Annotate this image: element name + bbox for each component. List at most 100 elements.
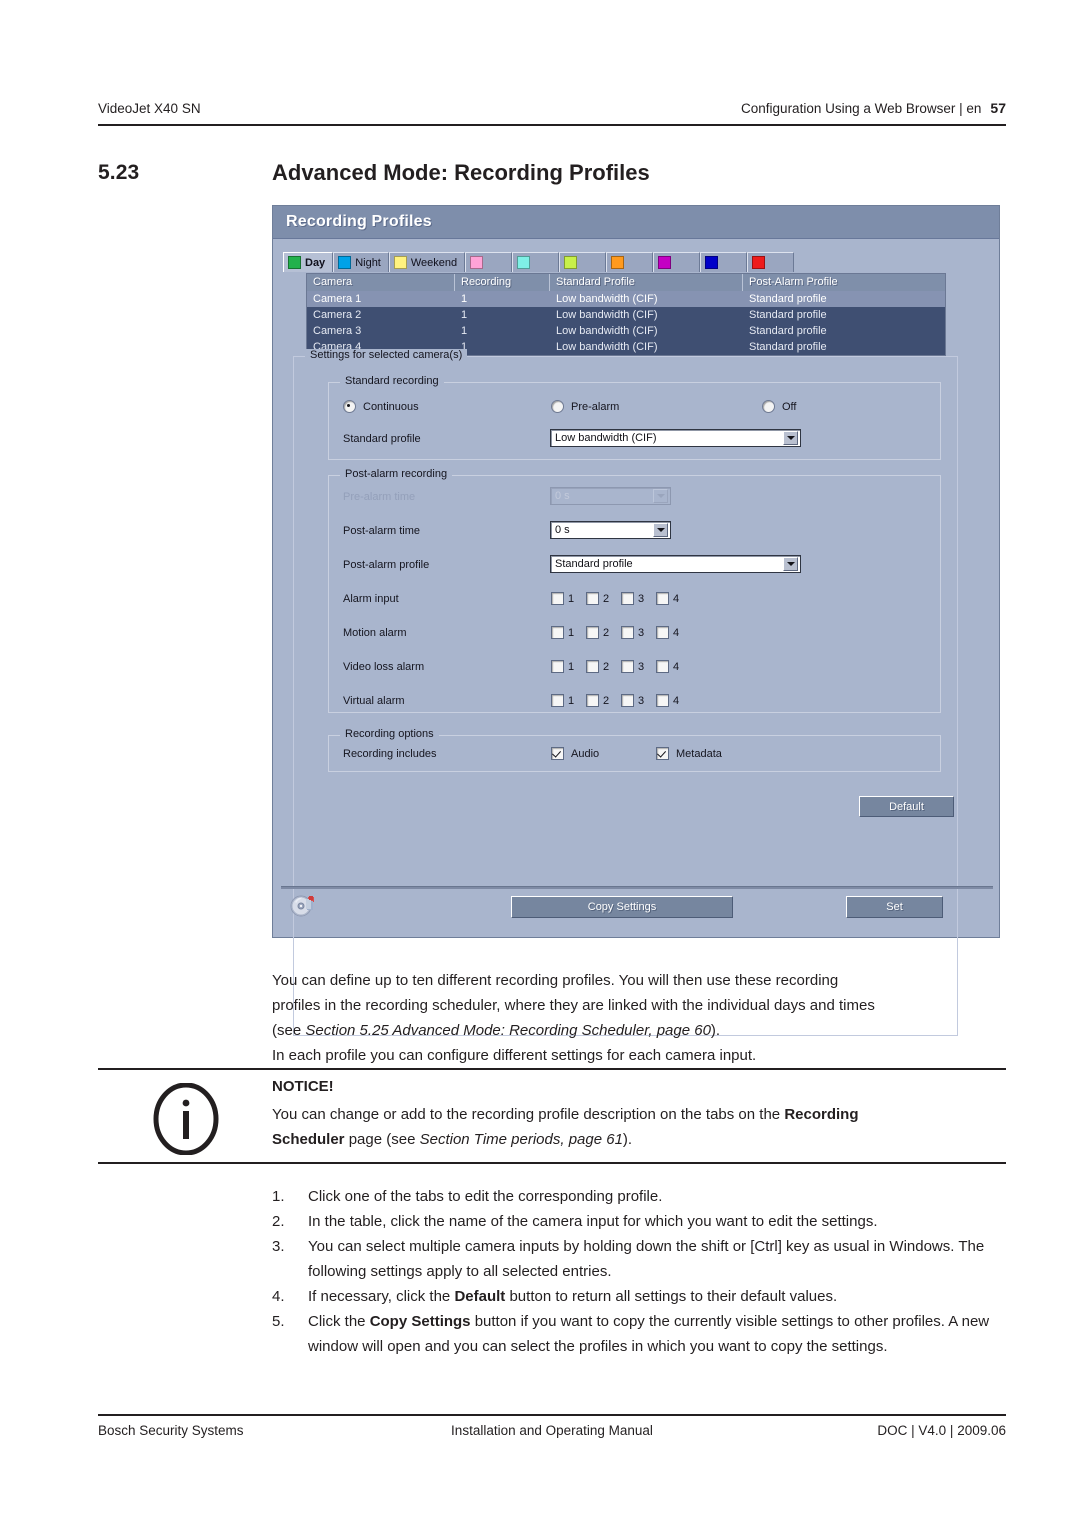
settings-fieldset-legend: Settings for selected camera(s) <box>305 349 468 361</box>
alarm-checkbox[interactable]: 2 <box>586 592 609 605</box>
list-item: 2. In the table, click the name of the ca… <box>272 1209 1007 1234</box>
list-item: 3. You can select multiple camera inputs … <box>272 1234 1007 1284</box>
checkbox-icon[interactable] <box>586 626 599 639</box>
radio-continuous[interactable]: Continuous <box>343 400 419 413</box>
table-cell: Camera 2 <box>313 309 362 321</box>
profile-tab-4[interactable] <box>465 252 513 272</box>
radio-prealarm[interactable]: Pre-alarm <box>551 400 619 413</box>
radio-continuous-icon[interactable] <box>343 400 356 413</box>
profile-tab-10[interactable] <box>747 252 795 272</box>
alarm-checkbox[interactable]: 4 <box>656 694 679 707</box>
chevron-down-icon[interactable] <box>783 557 798 571</box>
footer-divider-rule <box>98 1414 1006 1416</box>
checkbox-icon[interactable] <box>656 626 669 639</box>
copy-settings-button[interactable]: Copy Settings <box>511 896 733 918</box>
table-cell: 1 <box>461 309 468 321</box>
checkbox-audio-icon[interactable] <box>551 747 564 760</box>
intro-line-3: (see Section 5.25 Advanced Mode: Recordi… <box>272 1018 1007 1043</box>
checkbox-icon[interactable] <box>551 626 564 639</box>
table-column-header: Camera <box>307 274 455 291</box>
checkbox-metadata-icon[interactable] <box>656 747 669 760</box>
profile-tab-weekend[interactable]: Weekend <box>388 252 466 272</box>
notice-text-2: page (see <box>344 1131 420 1148</box>
alarm-checkbox[interactable]: 2 <box>586 660 609 673</box>
intro-line-3-prefix: (see <box>272 1022 306 1039</box>
profile-tab-color-swatch <box>288 256 301 269</box>
settings-fieldset: Settings for selected camera(s) Standard… <box>293 349 958 1036</box>
checkbox-audio[interactable]: Audio <box>551 747 599 760</box>
table-row[interactable]: Camera 2 1 Low bandwidth (CIF) Standard pro… <box>307 307 945 323</box>
checkbox-icon[interactable] <box>586 660 599 673</box>
profile-tab-9[interactable] <box>700 252 748 272</box>
alarm-checkbox[interactable]: 2 <box>586 626 609 639</box>
table-row[interactable]: Camera 1 1 Low bandwidth (CIF) Standard pro… <box>307 291 945 307</box>
radio-off[interactable]: Off <box>762 400 796 413</box>
checkbox-icon[interactable] <box>621 694 634 707</box>
profile-tab-day[interactable]: Day <box>283 252 334 272</box>
checkbox-icon[interactable] <box>621 626 634 639</box>
recording-options-fieldset: Recording options Recording includes Aud… <box>328 728 941 772</box>
profile-tab-night[interactable]: Night <box>333 252 389 272</box>
chevron-down-icon[interactable] <box>783 431 798 445</box>
checkbox-icon[interactable] <box>586 592 599 605</box>
table-cell: Standard profile <box>749 309 827 321</box>
profile-tabstrip[interactable]: Day Night Weekend <box>283 252 795 272</box>
checkbox-metadata[interactable]: Metadata <box>656 747 722 760</box>
table-body[interactable]: Camera 1 1 Low bandwidth (CIF) Standard pro… <box>307 291 945 355</box>
prealarm-time-label-wrap: Pre-alarm time <box>343 491 415 503</box>
standard-profile-select[interactable]: Low bandwidth (CIF) <box>550 429 801 447</box>
intro-line-1: You can define up to ten different recor… <box>272 972 839 989</box>
alarm-checkbox[interactable]: 1 <box>551 626 574 639</box>
checkbox-icon[interactable] <box>551 694 564 707</box>
table-cell: Standard profile <box>749 341 827 353</box>
alarm-checkbox[interactable]: 1 <box>551 694 574 707</box>
alarm-checkbox[interactable]: 4 <box>656 660 679 673</box>
recording-includes-label: Recording includes <box>343 748 437 760</box>
table-column-header: Standard Profile <box>550 274 743 291</box>
disc-export-icon[interactable] <box>289 892 317 918</box>
set-button-label: Set <box>886 901 903 913</box>
alarm-checkbox[interactable]: 1 <box>551 660 574 673</box>
default-button[interactable]: Default <box>859 796 954 817</box>
profile-tab-7[interactable] <box>606 252 654 272</box>
profile-tab-color-swatch <box>470 256 484 269</box>
radio-prealarm-icon[interactable] <box>551 400 564 413</box>
checkbox-icon[interactable] <box>551 592 564 605</box>
profile-tab-6[interactable] <box>559 252 607 272</box>
notice-text-1: You can change or add to the recording p… <box>272 1106 785 1123</box>
radio-off-icon[interactable] <box>762 400 775 413</box>
profile-tab-8[interactable] <box>653 252 701 272</box>
alarm-checkbox[interactable]: 2 <box>586 694 609 707</box>
alarm-checkbox[interactable]: 3 <box>621 592 644 605</box>
checkbox-icon[interactable] <box>656 592 669 605</box>
checkbox-icon[interactable] <box>656 660 669 673</box>
prealarm-time-label: Pre-alarm time <box>343 491 416 503</box>
alarm-checkbox[interactable]: 3 <box>621 660 644 673</box>
postalarm-profile-select[interactable]: Standard profile <box>550 555 801 573</box>
checkbox-icon[interactable] <box>551 660 564 673</box>
profile-tab-5[interactable] <box>512 252 560 272</box>
table-cell: Low bandwidth (CIF) <box>556 341 658 353</box>
alarm-checkbox-label: 1 <box>568 660 575 673</box>
checkbox-icon[interactable] <box>656 694 669 707</box>
alarm-checkbox-label: 4 <box>673 626 680 639</box>
alarm-checkbox[interactable]: 4 <box>656 592 679 605</box>
set-button[interactable]: Set <box>846 896 943 918</box>
alarm-checkbox[interactable]: 4 <box>656 626 679 639</box>
post-alarm-recording-fieldset: Post-alarm recording Pre-alarm time 0 s … <box>328 468 941 713</box>
table-row[interactable]: Camera 3 1 Low bandwidth (CIF) Standard pro… <box>307 323 945 339</box>
alarm-row-label-wrap: Video loss alarm <box>343 661 424 673</box>
camera-table[interactable]: Camera Recording Standard Profile Post-Alar… <box>306 273 946 356</box>
postalarm-time-select[interactable]: 0 s <box>550 521 671 539</box>
chevron-down-icon[interactable] <box>653 523 668 537</box>
checkbox-icon[interactable] <box>621 592 634 605</box>
checkbox-icon[interactable] <box>621 660 634 673</box>
postalarm-time-label: Post-alarm time <box>343 525 421 537</box>
checkbox-icon[interactable] <box>586 694 599 707</box>
alarm-checkbox[interactable]: 3 <box>621 694 644 707</box>
notice-text-3: ). <box>622 1131 633 1148</box>
postalarm-time-label-wrap: Post-alarm time <box>343 525 420 537</box>
list-item-number: 5. <box>272 1313 285 1330</box>
alarm-checkbox[interactable]: 1 <box>551 592 574 605</box>
alarm-checkbox[interactable]: 3 <box>621 626 644 639</box>
